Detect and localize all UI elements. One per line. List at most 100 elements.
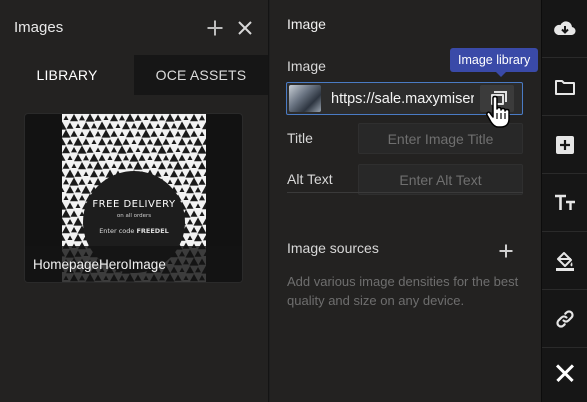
- pattern-triangle: [166, 146, 174, 153]
- pattern-triangle: [65, 169, 75, 178]
- pattern-triangle: [193, 137, 203, 146]
- pattern-triangle: [123, 155, 129, 161]
- pattern-triangle: [110, 114, 118, 122]
- pattern-triangle: [162, 282, 170, 283]
- images-panel-title: Images: [14, 19, 64, 36]
- pattern-triangle: [183, 179, 189, 185]
- pattern-triangle: [75, 123, 81, 128]
- pattern-triangle: [63, 115, 69, 120]
- pattern-triangle: [62, 129, 71, 138]
- pattern-triangle: [111, 163, 117, 168]
- rail-text-button[interactable]: [542, 174, 587, 232]
- pattern-triangle: [202, 202, 206, 210]
- pattern-triangle: [135, 131, 141, 137]
- pattern-triangle: [99, 171, 105, 177]
- pattern-triangle: [194, 154, 202, 162]
- pattern-triangle: [87, 163, 93, 169]
- pattern-triangle: [98, 154, 106, 161]
- tab-oce-assets[interactable]: OCE ASSETS: [134, 55, 268, 95]
- pattern-triangle: [190, 114, 198, 122]
- add-image-source-icon[interactable]: [498, 243, 514, 259]
- pattern-triangle: [182, 146, 190, 154]
- pattern-triangle: [195, 123, 201, 128]
- pattern-triangle: [165, 114, 175, 122]
- pattern-triangle: [71, 163, 77, 168]
- pattern-triangle: [141, 129, 151, 138]
- pattern-triangle: [202, 122, 206, 130]
- rail-fill-button[interactable]: [542, 232, 587, 290]
- pattern-triangle: [67, 283, 74, 284]
- pattern-triangle: [171, 139, 177, 144]
- pattern-triangle: [102, 162, 110, 169]
- image-url-value[interactable]: https://sale.maxymiser.com: [331, 91, 474, 107]
- pattern-triangle: [179, 171, 185, 177]
- image-settings-title: Image: [287, 16, 326, 32]
- pattern-triangle: [62, 168, 63, 170]
- pattern-triangle: [83, 171, 89, 176]
- pattern-triangle: [114, 154, 122, 162]
- pattern-triangle: [169, 153, 179, 162]
- pattern-triangle: [157, 145, 167, 154]
- rail-add-button[interactable]: [542, 116, 587, 174]
- pattern-triangle: [186, 186, 194, 194]
- pattern-triangle: [93, 161, 103, 170]
- promo-line3: Enter code FREEDEL: [83, 227, 185, 235]
- pattern-triangle: [147, 139, 153, 145]
- section-divider: [287, 192, 523, 193]
- tool-rail: [541, 0, 587, 402]
- pattern-triangle: [158, 162, 166, 170]
- pattern-triangle: [129, 153, 139, 162]
- rail-folder-button[interactable]: [542, 58, 587, 116]
- pattern-triangle: [86, 130, 94, 138]
- pattern-triangle: [67, 155, 73, 160]
- promo-code: FREEDEL: [136, 227, 169, 235]
- pattern-triangle: [90, 170, 98, 178]
- pattern-triangle: [203, 171, 206, 176]
- alt-text-input[interactable]: [358, 164, 523, 195]
- pattern-triangle: [186, 122, 194, 129]
- pattern-triangle: [125, 114, 135, 122]
- rail-link-button[interactable]: [542, 290, 587, 348]
- pattern-triangle: [87, 179, 93, 184]
- pattern-triangle: [199, 195, 205, 201]
- pattern-triangle: [187, 155, 193, 160]
- pattern-triangle: [73, 217, 83, 226]
- pattern-triangle: [79, 131, 85, 136]
- tab-library[interactable]: LIBRARY: [0, 55, 134, 95]
- pattern-triangle: [118, 162, 126, 170]
- pattern-triangle: [110, 130, 118, 137]
- image-sources-description: Add various image densities for the best…: [287, 274, 519, 308]
- add-image-icon[interactable]: [206, 19, 224, 37]
- pattern-triangle: [67, 235, 73, 240]
- pattern-triangle: [142, 146, 150, 154]
- pattern-triangle: [126, 146, 134, 153]
- pattern-triangle: [111, 147, 117, 153]
- pattern-triangle: [95, 131, 101, 137]
- pattern-triangle: [62, 138, 66, 146]
- hand-cursor-icon: [486, 95, 510, 128]
- pattern-triangle: [155, 123, 161, 128]
- pattern-triangle: [83, 155, 89, 161]
- pattern-triangle: [82, 138, 90, 145]
- pattern-triangle: [142, 162, 150, 169]
- images-panel: Images LIBRARY OCE ASSETS FREE DELIVERY …: [0, 0, 269, 402]
- rail-download-button[interactable]: [542, 0, 587, 58]
- pattern-triangle: [70, 210, 78, 217]
- pattern-triangle: [194, 234, 202, 242]
- pattern-triangle: [103, 115, 109, 120]
- pattern-triangle: [202, 138, 206, 145]
- pattern-triangle: [153, 137, 163, 146]
- close-images-panel-icon[interactable]: [236, 19, 254, 37]
- pattern-triangle: [197, 225, 206, 234]
- pattern-triangle: [190, 210, 198, 217]
- pattern-triangle: [70, 114, 78, 122]
- pattern-triangle: [154, 154, 162, 162]
- folder-icon: [554, 79, 575, 95]
- rail-close-button[interactable]: [542, 343, 587, 402]
- pattern-triangle: [195, 203, 201, 208]
- pattern-triangle: [202, 218, 206, 225]
- pattern-triangle: [175, 147, 181, 152]
- pattern-triangle: [107, 139, 113, 145]
- pattern-triangle: [78, 162, 86, 170]
- image-card[interactable]: FREE DELIVERY on all orders Enter code F…: [24, 113, 243, 283]
